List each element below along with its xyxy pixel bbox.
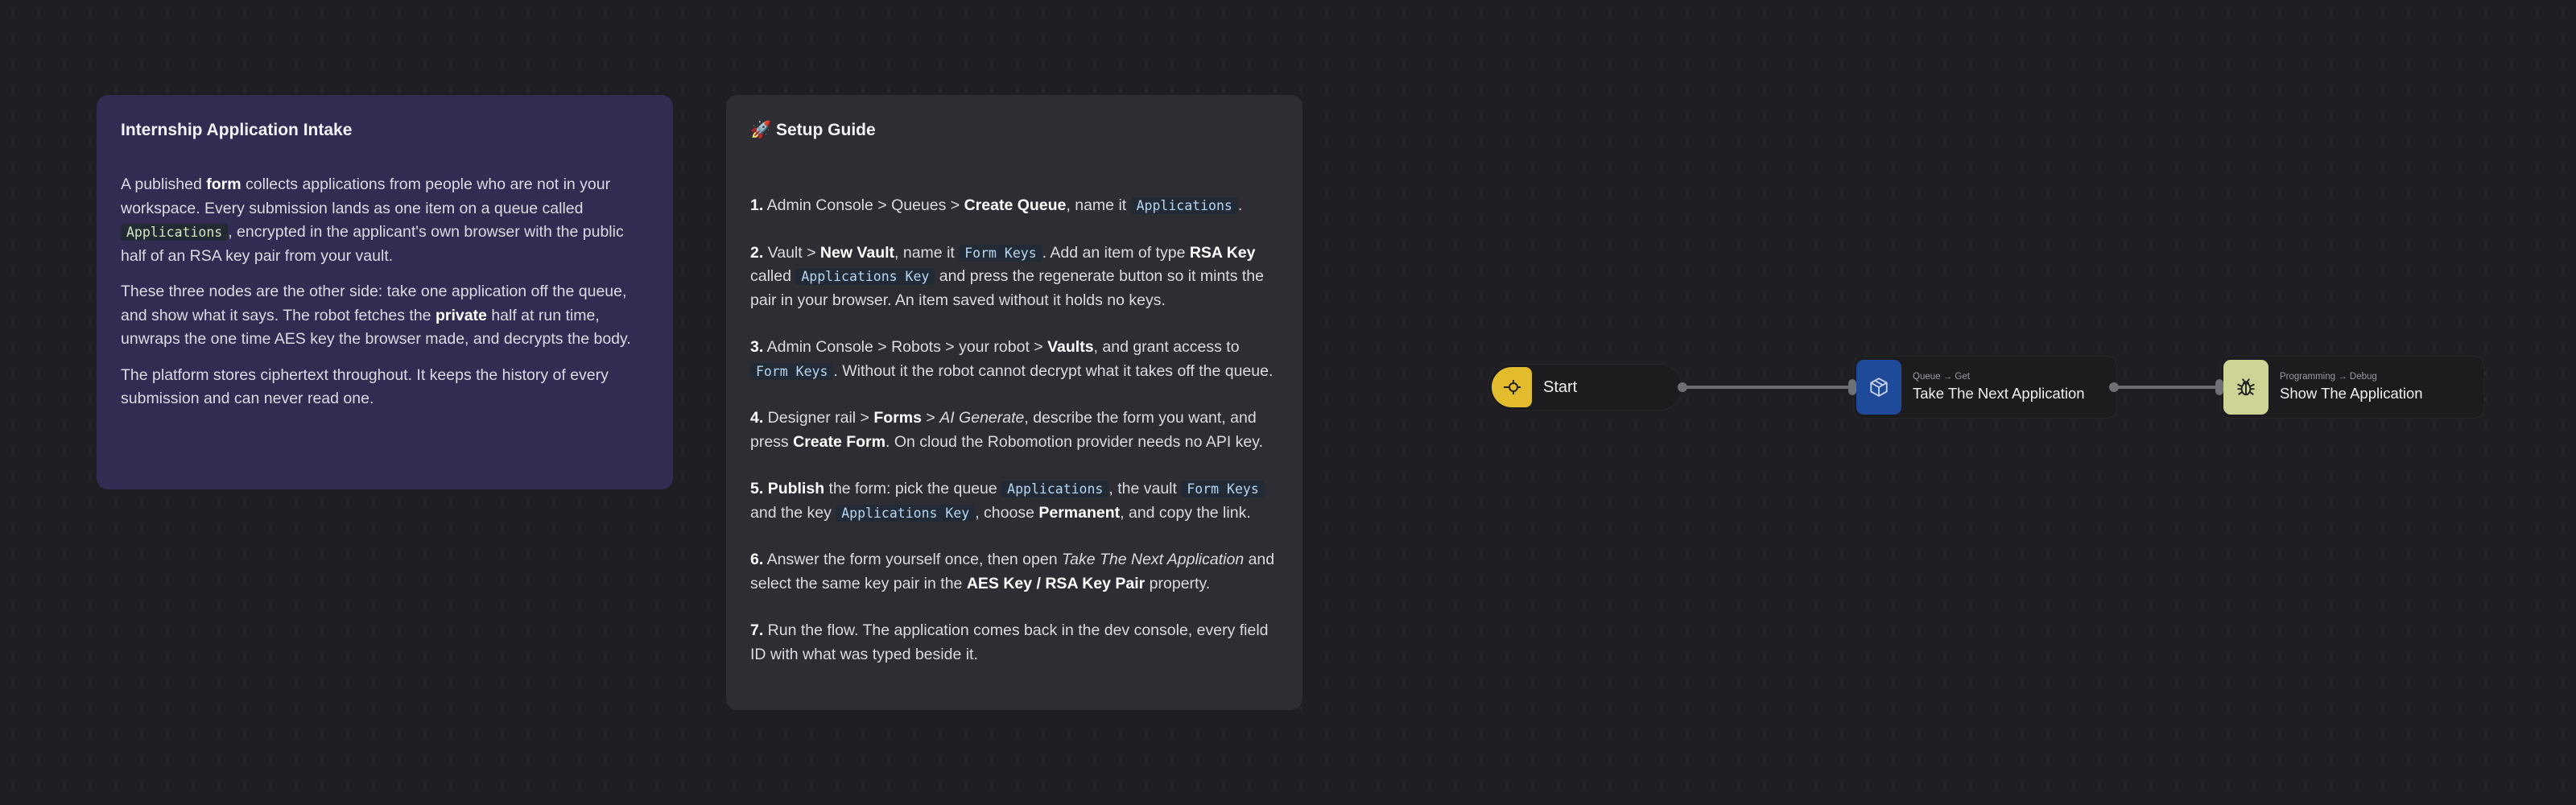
text: and the key — [750, 503, 836, 522]
start-node[interactable]: Start — [1488, 364, 1682, 411]
intro-paragraph-2: These three nodes are the other side: ta… — [121, 280, 649, 352]
setup-steps: 1. Admin Console > Queues > Create Queue… — [750, 194, 1278, 667]
intro-paragraph-1: A published form collects applications f… — [121, 173, 649, 268]
setup-step-1: 1. Admin Console > Queues > Create Queue… — [750, 194, 1278, 218]
setup-guide-title: 🚀 Setup Guide — [750, 121, 876, 139]
intro-note[interactable]: Internship Application Intake A publishe… — [97, 95, 673, 489]
step-number: 2. — [750, 243, 764, 262]
start-node-label: Start — [1543, 378, 1578, 396]
text: Designer rail > — [763, 409, 874, 427]
text: property. — [1145, 574, 1211, 592]
queue-get-node-category: Queue → Get — [1913, 372, 1970, 382]
step-number: 7. — [750, 621, 764, 640]
text: , the vault — [1108, 480, 1182, 498]
italic-text: Take The Next Application — [1061, 551, 1245, 569]
text: Vault > — [763, 243, 820, 262]
text: Answer the form yourself once, then open — [763, 551, 1062, 569]
bold-text: AES Key / RSA Key Pair — [966, 574, 1146, 592]
debug-node-label: Show The Application — [2280, 385, 2423, 402]
queue-get-node-icon-box — [1856, 360, 1901, 415]
bold-text: Vaults — [1047, 338, 1094, 357]
text: Admin Console > Queues > — [763, 196, 964, 215]
text: , and grant access to — [1093, 338, 1240, 357]
setup-step-4: 4. Designer rail > Forms > AI Generate, … — [750, 407, 1278, 454]
step-number: 4. — [750, 409, 764, 427]
inline-code: Applications — [1130, 197, 1238, 215]
text: , name it — [1066, 196, 1131, 215]
step-number: 6. — [750, 551, 764, 569]
setup-step-2: 2. Vault > New Vault, name it Form Keys.… — [750, 242, 1278, 313]
bold-text: Permanent — [1038, 503, 1121, 522]
queue-get-input-port[interactable] — [1848, 379, 1856, 395]
bold-text: form — [206, 175, 242, 194]
text: the form: pick the queue — [824, 480, 1002, 498]
queue-get-node-text: Queue → Get Take The Next Application — [1913, 371, 2085, 403]
debug-node-icon-box — [2223, 360, 2268, 415]
intro-paragraph-3: The platform stores ciphertext throughou… — [121, 365, 609, 408]
setup-step-6: 6. Answer the form yourself once, then o… — [750, 548, 1278, 596]
setup-step-3: 3. Admin Console > Robots > your robot >… — [750, 336, 1278, 383]
cube-icon — [1870, 378, 1888, 397]
text: Admin Console > Robots > your robot > — [763, 338, 1048, 357]
bold-text: Publish — [767, 480, 825, 498]
bold-text: Create Form — [793, 432, 886, 451]
text: , choose — [975, 503, 1039, 522]
step-number: 5. — [750, 480, 764, 498]
bold-text: private — [435, 306, 487, 324]
start-output-port[interactable] — [1678, 382, 1687, 392]
text: . On cloud the Robomotion provider needs… — [885, 432, 1263, 451]
italic-text: AI Generate — [939, 409, 1025, 427]
text: , and copy the link. — [1120, 503, 1251, 522]
setup-step-5: 5. Publish the form: pick the queue Appl… — [750, 477, 1278, 525]
bold-text: RSA Key — [1189, 243, 1256, 262]
inline-code: Applications — [1001, 481, 1109, 498]
setup-guide-note[interactable]: 🚀 Setup Guide 1. Admin Console > Queues … — [726, 95, 1302, 710]
debug-node-text: Programming → Debug Show The Application — [2280, 371, 2423, 403]
debug-node-category: Programming → Debug — [2280, 372, 2377, 382]
queue-get-output-port[interactable] — [2109, 382, 2119, 392]
start-icon — [1504, 380, 1521, 394]
flow-edge-start-to-queue[interactable] — [1682, 386, 1852, 389]
inline-code: Form Keys — [1181, 481, 1265, 498]
bold-text: Create Queue — [964, 196, 1067, 215]
text: called — [750, 267, 796, 286]
text: > — [921, 409, 940, 427]
text: . Add an item of type — [1042, 243, 1190, 262]
text: . Without it the robot cannot decrypt wh… — [833, 361, 1274, 380]
inline-code: Form Keys — [959, 244, 1042, 262]
text: , name it — [894, 243, 960, 262]
inline-code: Form Keys — [750, 362, 834, 380]
flow-edge-queue-to-debug[interactable] — [2114, 386, 2219, 389]
bug-icon — [2237, 378, 2255, 396]
queue-get-node[interactable]: Queue → Get Take The Next Application — [1853, 356, 2117, 419]
step-number: 1. — [750, 196, 764, 215]
debug-input-port[interactable] — [2215, 379, 2223, 395]
bold-text: New Vault — [819, 243, 895, 262]
bold-text: Forms — [873, 409, 922, 427]
step-number: 3. — [750, 338, 764, 357]
setup-step-7: 7. Run the flow. The application comes b… — [750, 619, 1278, 667]
start-node-icon-box — [1492, 367, 1532, 407]
debug-node[interactable]: Programming → Debug Show The Application — [2220, 356, 2484, 419]
queue-get-node-label: Take The Next Application — [1913, 385, 2085, 402]
text: Run the flow. The application comes back… — [750, 621, 1269, 663]
text: A published — [121, 175, 207, 194]
inline-code: Applications Key — [795, 268, 935, 286]
intro-note-body: A published form collects applications f… — [121, 173, 649, 411]
inline-code: Applications Key — [836, 504, 976, 522]
intro-note-title: Internship Application Intake — [121, 121, 353, 139]
text: . — [1237, 196, 1243, 215]
inline-code: Applications — [121, 224, 229, 242]
